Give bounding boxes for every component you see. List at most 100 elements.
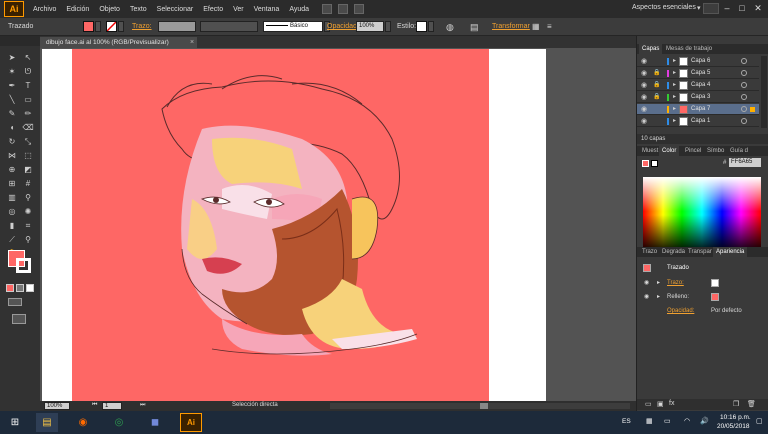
line-tool-icon[interactable]: ╲ (6, 94, 18, 105)
tab-mesas-de-trabajo[interactable]: Mesas de trabajo (663, 44, 715, 54)
blend-tool-icon[interactable]: ◎ (6, 206, 18, 217)
graph-tool-icon[interactable]: ▮ (6, 220, 18, 231)
add-fill-icon[interactable]: ▣ (657, 400, 664, 408)
menu-archivo[interactable]: Archivo (28, 6, 61, 13)
variable-width-dropdown[interactable] (200, 21, 258, 32)
layer-row[interactable]: ◉ 🔒 ▸ Capa 4 (637, 80, 759, 91)
layer-row[interactable]: ◉ 🔒 ▸ Capa 3 (637, 92, 759, 103)
rotate-tool-icon[interactable]: ↻ (6, 136, 18, 147)
fx-icon[interactable]: fx (669, 400, 674, 407)
eye-icon[interactable]: ◉ (641, 116, 649, 127)
target-circle-icon[interactable] (741, 70, 747, 76)
expand-arrow-icon[interactable]: ▸ (673, 104, 676, 115)
slice-tool-icon[interactable]: ⟋ (6, 234, 18, 245)
panel-menu-icon[interactable]: ≡ (547, 22, 552, 31)
eye-icon[interactable]: ◉ (644, 276, 649, 290)
layer-row[interactable]: ◉ ▸ Capa 6 (637, 56, 759, 67)
tab-transparencia[interactable]: Transpar (685, 247, 715, 257)
search-input[interactable] (703, 3, 719, 14)
screen-mode-button[interactable] (12, 314, 26, 324)
eye-icon[interactable]: ◉ (641, 92, 649, 103)
stroke-color-box[interactable] (16, 258, 31, 273)
expand-arrow-icon[interactable]: ▸ (673, 56, 676, 67)
duplicate-icon[interactable]: ❐ (733, 400, 739, 408)
artboard-number-field[interactable]: 1 (102, 402, 122, 410)
battery-icon[interactable]: ▭ (664, 417, 671, 425)
draw-mode-button[interactable] (8, 298, 22, 306)
symbol-sprayer-tool-icon[interactable]: ✺ (22, 206, 34, 217)
eye-icon[interactable]: ◉ (641, 56, 649, 67)
menu-ventana[interactable]: Ventana (249, 6, 285, 13)
tab-muestras[interactable]: Muest (639, 146, 661, 156)
eraser-tool-icon[interactable]: ⌫ (22, 122, 34, 133)
layer-name[interactable]: Capa 6 (691, 56, 710, 67)
bridge-icon[interactable] (322, 4, 333, 14)
artboard-tool-icon[interactable]: ⌗ (22, 220, 34, 231)
magic-wand-tool-icon[interactable]: ✶ (6, 66, 18, 77)
transform-link[interactable]: Transformar (492, 23, 530, 30)
minimize-button[interactable]: – (720, 2, 734, 14)
tab-degradado[interactable]: Degrada (659, 247, 688, 257)
maximize-button[interactable]: □ (735, 2, 749, 14)
graphic-style-swatch[interactable] (416, 21, 427, 32)
artwork-portrait[interactable] (72, 49, 489, 401)
fill-attribute-label[interactable]: Relleno: (667, 290, 689, 304)
eye-icon[interactable]: ◉ (641, 80, 649, 91)
layer-name[interactable]: Capa 3 (691, 92, 710, 103)
pen-tool-icon[interactable]: ✒ (6, 80, 18, 91)
tab-trazo[interactable]: Trazo (639, 247, 660, 257)
tab-apariencia[interactable]: Apariencia (713, 247, 748, 257)
clock-date[interactable]: 20/05/2018 (717, 423, 750, 430)
layers-scrollbar[interactable] (761, 56, 767, 128)
layer-row[interactable]: ◉ 🔒 ▸ Capa 5 (637, 68, 759, 79)
stroke-swatch[interactable] (106, 21, 117, 32)
opacity-field[interactable]: 100% (356, 21, 384, 32)
isolate-icon[interactable]: ▦ (532, 22, 540, 31)
tab-capas[interactable]: Capas (639, 44, 663, 54)
appearance-fill-row[interactable]: ◉ ▸ Relleno: (637, 290, 768, 304)
menu-ayuda[interactable]: Ayuda (284, 6, 314, 13)
live-paint-tool-icon[interactable]: ◩ (22, 164, 34, 175)
opacity-dropdown[interactable] (385, 21, 391, 32)
stroke-dropdown[interactable] (118, 21, 124, 32)
expand-arrow-icon[interactable]: ▸ (673, 92, 676, 103)
network-icon[interactable]: ▦ (646, 417, 653, 425)
tab-pincel[interactable]: Pincel (682, 146, 704, 156)
layer-name[interactable]: Capa 1 (691, 116, 710, 127)
blob-brush-tool-icon[interactable]: ◖ (6, 122, 18, 133)
gradient-mode-button[interactable] (16, 284, 24, 292)
target-circle-icon[interactable] (741, 106, 747, 112)
paintbrush-tool-icon[interactable]: ✎ (6, 108, 18, 119)
layer-row-selected[interactable]: ◉ ▸ Capa 7 (637, 104, 759, 115)
illustrator-icon[interactable]: Ai (180, 413, 202, 432)
opacity-attribute-label[interactable]: Opacidad: (667, 304, 694, 318)
fill-swatch[interactable] (83, 21, 94, 32)
free-transform-tool-icon[interactable]: ⬚ (22, 150, 34, 161)
target-circle-icon[interactable] (741, 118, 747, 124)
active-fill-swatch[interactable] (642, 160, 649, 167)
eye-icon[interactable]: ◉ (644, 290, 649, 304)
eye-icon[interactable]: ◉ (641, 68, 649, 79)
fill-dropdown[interactable] (95, 21, 101, 32)
scale-tool-icon[interactable]: ⤡ (22, 136, 34, 147)
shape-builder-tool-icon[interactable]: ⊕ (6, 164, 18, 175)
menu-seleccionar[interactable]: Seleccionar (152, 6, 199, 13)
gradient-tool-icon[interactable]: ▥ (6, 192, 18, 203)
lasso-tool-icon[interactable]: ᘎ (22, 66, 34, 77)
layer-row[interactable]: ◉ ▸ Capa 1 (637, 116, 759, 127)
rectangle-tool-icon[interactable]: ▭ (22, 94, 34, 105)
expand-arrow-icon[interactable]: ▸ (673, 116, 676, 127)
close-tab-icon[interactable]: × (190, 37, 194, 48)
zoom-tool-icon[interactable]: ⚲ (22, 234, 34, 245)
horizontal-scrollbar[interactable] (330, 403, 630, 409)
workspace-switcher[interactable]: Aspectos esenciales (632, 4, 696, 11)
chevron-down-icon[interactable]: ▾ (697, 4, 701, 12)
opacity-label[interactable]: Opacidad: (327, 23, 359, 30)
last-artboard-icon[interactable]: ⏭ (140, 402, 145, 409)
firefox-icon[interactable]: ◉ (72, 413, 94, 432)
add-stroke-icon[interactable]: ▭ (645, 400, 652, 408)
selection-tool-icon[interactable]: ➤ (6, 52, 18, 63)
pencil-tool-icon[interactable]: ✏ (22, 108, 34, 119)
discord-icon[interactable]: ◼ (144, 413, 166, 432)
recolor-icon[interactable]: ◍ (446, 22, 454, 33)
